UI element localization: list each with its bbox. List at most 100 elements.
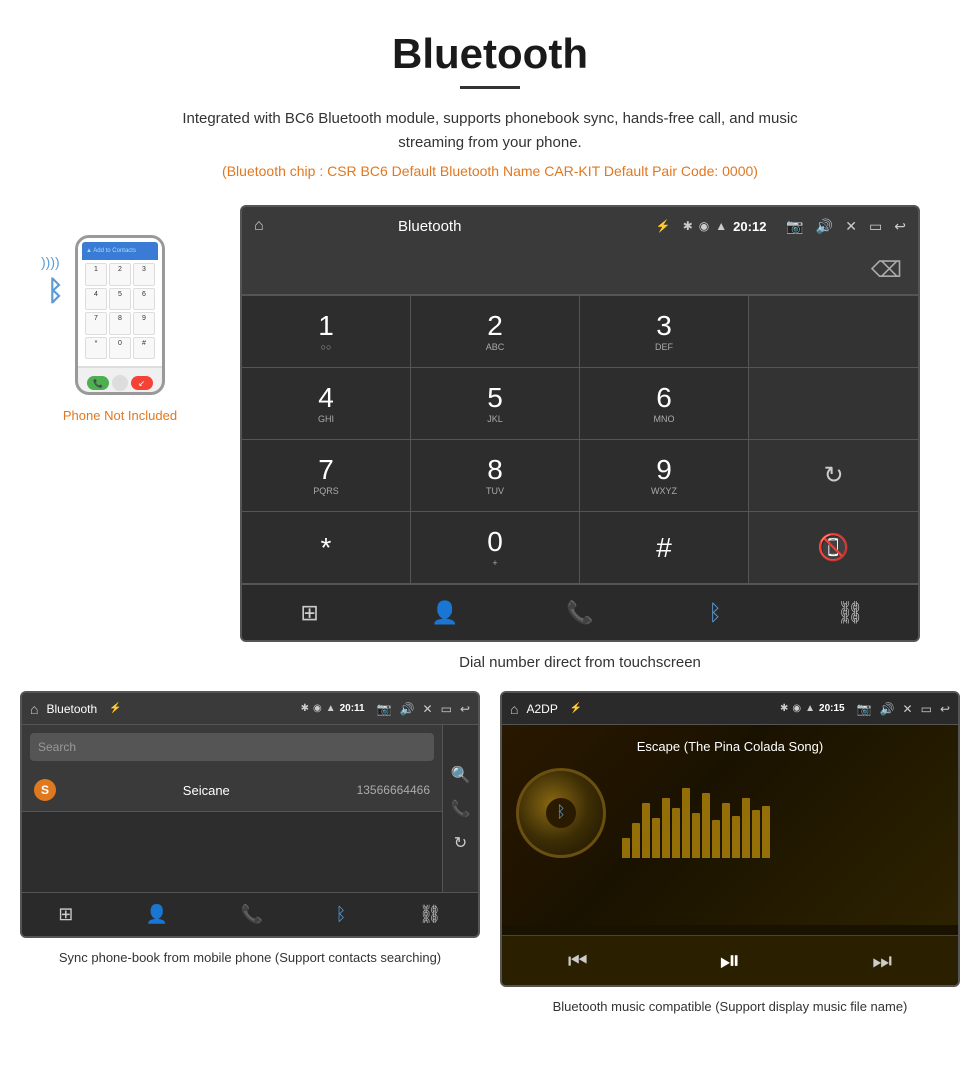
dial-key-sub: JKL [487, 414, 503, 424]
dial-key-1[interactable]: 1 ○○ [242, 296, 411, 368]
close-icon: ✕ [845, 218, 857, 235]
ms-prev-icon[interactable]: ⏮ [568, 948, 588, 974]
pb-nav-bt-icon[interactable]: ᛒ [336, 904, 347, 925]
dial-key-0[interactable]: 0 + [411, 512, 580, 584]
dial-key-sub: MNO [654, 414, 675, 424]
nav-person-icon[interactable]: 👤 [425, 593, 465, 633]
phone-not-included-label: Phone Not Included [20, 408, 220, 423]
ms-win-icon: ▭ [921, 702, 932, 716]
title-underline [460, 86, 520, 89]
dial-key-5[interactable]: 5 JKL [411, 368, 580, 440]
eq-bar [702, 793, 710, 858]
dial-caption: Dial number direct from touchscreen [240, 654, 920, 671]
music-caption: Bluetooth music compatible (Support disp… [500, 997, 960, 1017]
phone-key: 0 [109, 337, 131, 360]
pb-contact-row[interactable]: S Seicane 13566664466 [22, 769, 442, 812]
dial-key-sub: + [492, 558, 497, 568]
phone-screen: ▲ Add to Contacts 1 2 3 4 5 6 7 8 9 * 0 [78, 238, 162, 368]
ms-next-icon[interactable]: ⏭ [872, 948, 892, 974]
pb-empty-area [22, 812, 442, 892]
pb-side-refresh-icon[interactable]: ↻ [454, 833, 467, 853]
dial-key-main: 7 [318, 456, 334, 484]
pb-back-icon: ↩ [460, 702, 470, 716]
eq-bar [622, 838, 630, 858]
phone-key: # [133, 337, 155, 360]
back-icon: ↩ [894, 218, 906, 235]
phone-keypad: 1 2 3 4 5 6 7 8 9 * 0 # [82, 260, 158, 362]
eq-bar [742, 798, 750, 858]
ms-screen-title: A2DP [526, 702, 557, 716]
phone-key: 3 [133, 263, 155, 286]
volume-icon: 🔊 [816, 218, 833, 235]
eq-bar [722, 803, 730, 858]
dial-key-3[interactable]: 3 DEF [580, 296, 749, 368]
bottom-screens: ⌂ Bluetooth ⚡ ✱ ◉ ▲ 20:11 📷 🔊 ✕ ▭ ↩ [0, 691, 980, 1037]
page-header: Bluetooth Integrated with BC6 Bluetooth … [0, 0, 980, 205]
dial-key-call-end[interactable]: 📵 [749, 512, 918, 584]
dial-navbar: ⊞ 👤 📞 ᛒ ⛓ [242, 584, 918, 640]
pb-nav-link-icon[interactable]: ⛓ [419, 904, 442, 925]
pb-side-phone-icon[interactable]: 📞 [451, 799, 471, 819]
dial-screen-title: Bluetooth [276, 218, 584, 235]
nav-phone-icon[interactable]: 📞 [560, 593, 600, 633]
pb-contact-name: Seicane [66, 783, 347, 798]
ms-vol-icon: 🔊 [880, 702, 895, 716]
eq-bar [662, 798, 670, 858]
pb-search-bar[interactable]: Search [30, 733, 434, 761]
pb-side-search-icon[interactable]: 🔍 [451, 765, 471, 785]
dial-key-2[interactable]: 2 ABC [411, 296, 580, 368]
pb-nav-grid-icon[interactable]: ⊞ [58, 904, 73, 925]
dial-key-6[interactable]: 6 MNO [580, 368, 749, 440]
dial-key-sub: ○○ [321, 342, 332, 352]
nav-bt-icon[interactable]: ᛒ [695, 593, 735, 633]
phone-key: 7 [85, 312, 107, 335]
eq-bar [732, 816, 740, 858]
pb-contact-number: 13566664466 [357, 783, 430, 797]
pb-nav-person-icon[interactable]: 👤 [146, 904, 168, 925]
phonebook-caption-text: Sync phone-book from mobile phone (Suppo… [59, 950, 441, 965]
music-caption-text: Bluetooth music compatible (Support disp… [553, 999, 908, 1014]
pb-home-icon: ⌂ [30, 701, 38, 717]
music-screen: ⌂ A2DP ⚡ ✱ ◉ ▲ 20:15 📷 🔊 ✕ ▭ ↩ Escape (T… [500, 691, 960, 987]
pb-side-icons-area: 🔍 📞 ↻ [442, 725, 478, 892]
dial-key-refresh[interactable]: ↻ [749, 440, 918, 512]
nav-link-icon[interactable]: ⛓ [830, 593, 870, 633]
dial-key-4[interactable]: 4 GHI [242, 368, 411, 440]
ms-album-area: ᛒ [516, 768, 944, 858]
dial-key-main: 8 [487, 456, 503, 484]
ms-bt-music-icon: ᛒ [556, 804, 566, 822]
dial-key-star[interactable]: * [242, 512, 411, 584]
pb-list-area: Search S Seicane 13566664466 [22, 725, 442, 892]
pb-contact-avatar: S [34, 779, 56, 801]
dial-key-7[interactable]: 7 PQRS [242, 440, 411, 512]
dial-key-main: 2 [487, 312, 503, 340]
dial-key-main: 9 [656, 456, 672, 484]
pb-time: 20:11 [340, 703, 365, 714]
dial-key-empty-1 [749, 296, 918, 368]
page-description: Integrated with BC6 Bluetooth module, su… [150, 107, 830, 155]
dial-key-sub: ABC [486, 342, 505, 352]
ms-play-icon[interactable]: ⏯ [720, 945, 741, 977]
nav-grid-icon[interactable]: ⊞ [290, 593, 330, 633]
phone-key: 5 [109, 288, 131, 311]
phonebook-caption: Sync phone-book from mobile phone (Suppo… [20, 948, 480, 968]
ms-time: 20:15 [819, 703, 845, 714]
pb-vol-icon: 🔊 [400, 702, 415, 716]
pb-main-area: Search S Seicane 13566664466 🔍 📞 ↻ [22, 725, 478, 892]
dial-key-hash[interactable]: # [580, 512, 749, 584]
ms-album-inner: ᛒ [546, 798, 576, 828]
ms-home-icon: ⌂ [510, 701, 518, 717]
loc-status-icon: ◉ [699, 219, 709, 233]
pb-nav-phone-icon[interactable]: 📞 [241, 904, 263, 925]
window-icon: ▭ [869, 218, 882, 235]
pb-signal-icon: ▲ [326, 703, 336, 714]
dial-screen-container: ⌂ Bluetooth ⚡ ✱ ◉ ▲ 20:12 📷 🔊 ✕ ▭ ↩ ⌫ [240, 205, 920, 691]
dial-key-9[interactable]: 9 WXYZ [580, 440, 749, 512]
dial-key-sub: GHI [318, 414, 334, 424]
dial-key-main: 4 [318, 384, 334, 412]
dial-key-8[interactable]: 8 TUV [411, 440, 580, 512]
backspace-button[interactable]: ⌫ [871, 257, 902, 283]
dial-key-sub: TUV [486, 486, 504, 496]
ms-content: Escape (The Pina Colada Song) ᛒ [502, 725, 958, 925]
dial-key-sub: WXYZ [651, 486, 677, 496]
